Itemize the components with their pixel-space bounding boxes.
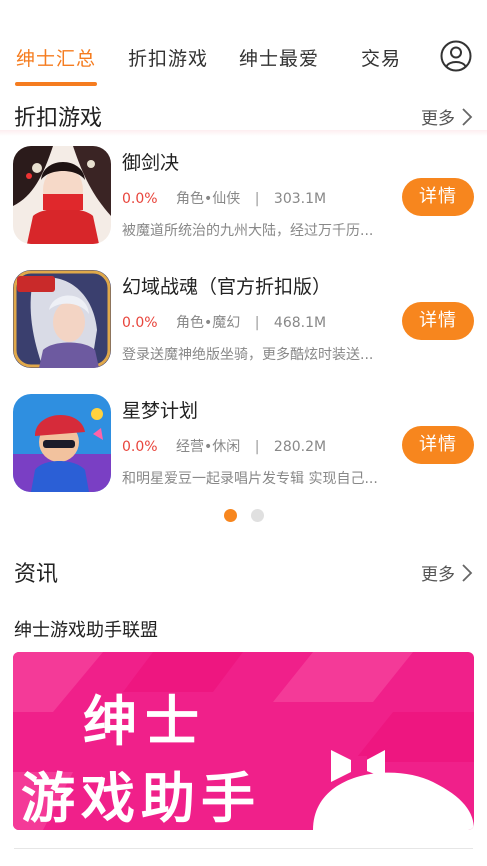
game-description: 和明星爱豆一起录唱片发专辑 实现自己... — [122, 471, 378, 487]
game-meta: 0.0% 经营•休闲 | 280.2M — [122, 436, 326, 456]
section-title: 资讯 — [14, 562, 59, 587]
meta-separator: | — [254, 191, 260, 207]
game-meta: 0.0% 角色•魔幻 | 468.1M — [122, 312, 326, 332]
game-category: 角色•仙侠 — [176, 191, 241, 207]
game-size: 468.1M — [273, 315, 327, 331]
news-article-title[interactable]: 绅士游戏助手联盟 — [14, 616, 158, 642]
game-name: 御剑决 — [122, 152, 180, 174]
tab-gentleman-favorites[interactable]: 绅士最爱 — [239, 44, 319, 71]
news-banner[interactable]: 绅士 游戏助手 — [13, 652, 474, 830]
tab-gentleman-summary[interactable]: 绅士汇总 — [16, 44, 96, 71]
section-title: 折扣游戏 — [14, 106, 103, 131]
news-section-header: 资讯 更多 — [0, 556, 487, 596]
discount-rate: 0.0% — [122, 191, 158, 207]
banner-title-line1: 绅士 — [83, 690, 207, 753]
game-icon — [13, 146, 111, 244]
game-name: 幻域战魂（官方折扣版） — [122, 276, 332, 298]
game-description: 登录送魔神绝版坐骑，更多酷炫时装送... — [122, 347, 374, 363]
page-indicator — [224, 509, 264, 522]
tab-trade[interactable]: 交易 — [361, 44, 401, 71]
active-tab-indicator — [15, 82, 97, 86]
divider — [14, 848, 473, 849]
game-description: 被魔道所统治的九州大陆，经过万千历... — [122, 223, 374, 239]
game-name: 星梦计划 — [122, 400, 199, 422]
more-link[interactable]: 更多 — [421, 560, 473, 585]
user-icon[interactable] — [440, 40, 472, 72]
meta-separator: | — [254, 439, 260, 455]
more-label: 更多 — [421, 565, 455, 585]
game-category: 角色•魔幻 — [176, 315, 241, 331]
game-item[interactable]: 幻域战魂（官方折扣版） 0.0% 角色•魔幻 | 468.1M 登录送魔神绝版坐… — [0, 270, 487, 374]
detail-button[interactable]: 详情 — [402, 178, 474, 216]
discount-rate: 0.0% — [122, 315, 158, 331]
page-dot-active[interactable] — [224, 509, 237, 522]
meta-separator: | — [254, 315, 260, 331]
banner-title-line2: 游戏助手 — [21, 767, 261, 830]
game-item[interactable]: 星梦计划 0.0% 经营•休闲 | 280.2M 和明星爱豆一起录唱片发专辑 实… — [0, 394, 487, 498]
chevron-right-icon — [462, 563, 473, 582]
top-tab-bar: 绅士汇总 折扣游戏 绅士最爱 交易 — [0, 0, 487, 92]
detail-button[interactable]: 详情 — [402, 426, 474, 464]
game-item[interactable]: 御剑决 0.0% 角色•仙侠 | 303.1M 被魔道所统治的九州大陆，经过万千… — [0, 146, 487, 250]
more-link[interactable]: 更多 — [421, 104, 473, 129]
game-meta: 0.0% 角色•仙侠 | 303.1M — [122, 188, 326, 208]
game-size: 303.1M — [273, 191, 327, 207]
header-shadow — [0, 130, 487, 136]
chevron-right-icon — [462, 107, 473, 126]
game-icon — [13, 270, 111, 368]
more-label: 更多 — [421, 109, 455, 129]
page-dot[interactable] — [251, 509, 264, 522]
game-icon — [13, 394, 111, 492]
tab-discount-games[interactable]: 折扣游戏 — [128, 44, 208, 71]
game-category: 经营•休闲 — [176, 439, 241, 455]
game-size: 280.2M — [273, 439, 327, 455]
discount-rate: 0.0% — [122, 439, 158, 455]
detail-button[interactable]: 详情 — [402, 302, 474, 340]
